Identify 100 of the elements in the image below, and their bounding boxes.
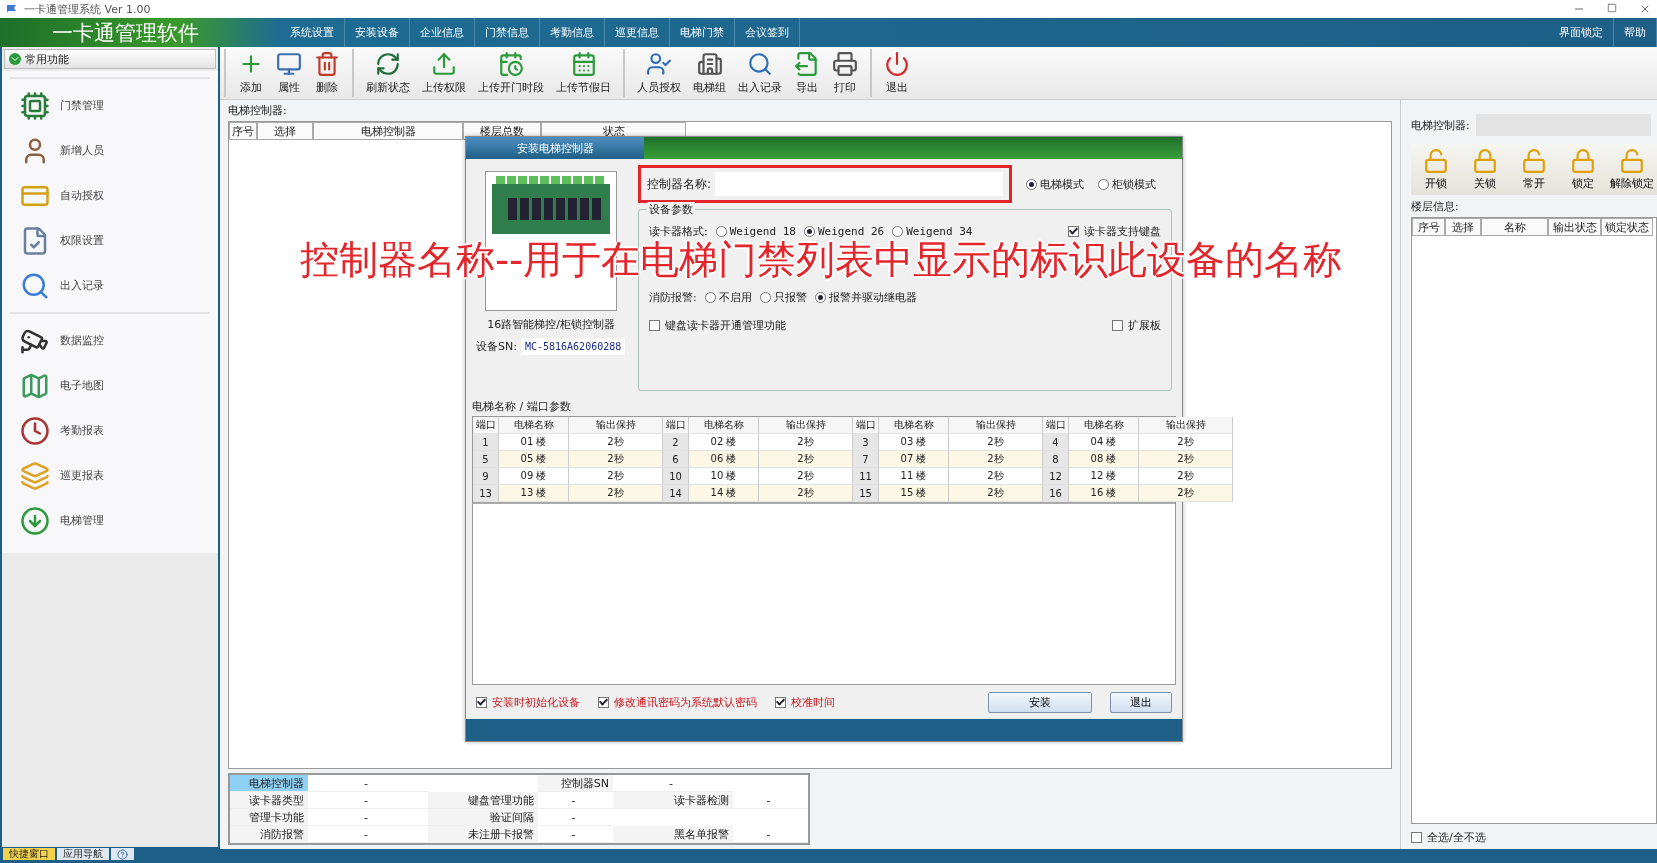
table-cell: 2秒: [759, 451, 853, 468]
sidebar-header: 常用功能: [25, 51, 69, 67]
table-cell: 消防报警: [230, 826, 308, 843]
dialog-button[interactable]: 退出: [1110, 691, 1172, 713]
table-cell: 10: [663, 468, 689, 485]
checkbox[interactable]: [1112, 319, 1123, 331]
checkbox[interactable]: [1411, 832, 1422, 843]
caption-overlay: 控制器名称--用于在电梯门禁列表中显示的标识此设备的名称: [300, 240, 1343, 279]
sidebar-item[interactable]: 权限设置: [10, 218, 210, 263]
table-cell: 2秒: [569, 485, 663, 502]
sidebar-item[interactable]: 新增人员: [10, 128, 210, 173]
sidebar-item[interactable]: 门禁管理: [10, 83, 210, 128]
table-cell: 06 楼: [689, 451, 759, 468]
lock-button[interactable]: 锁定: [1558, 148, 1608, 191]
radio-button[interactable]: [892, 225, 904, 237]
column-header: 序号: [1412, 218, 1445, 236]
table-cell: 2秒: [569, 468, 663, 485]
lock-button[interactable]: 常开: [1509, 148, 1559, 191]
tab[interactable]: 快捷窗口: [2, 847, 56, 861]
collapse-icon[interactable]: [9, 53, 21, 65]
help-icon: [117, 848, 128, 860]
table-cell: 键盘管理功能: [428, 792, 538, 809]
sidebar-item[interactable]: 电梯管理: [10, 498, 210, 543]
radio-label: Weigend 18: [729, 224, 796, 238]
search-icon: [747, 51, 773, 77]
maximize-icon[interactable]: [1607, 3, 1617, 13]
checkbox[interactable]: [598, 696, 609, 708]
radio-label: 柜锁模式: [1112, 176, 1156, 192]
table-cell: 14 楼: [689, 485, 759, 502]
power-icon: [884, 51, 910, 77]
table-cell: 12 楼: [1069, 468, 1139, 485]
table-cell: 05 楼: [499, 451, 569, 468]
trash-icon: [314, 51, 340, 77]
checkbox[interactable]: [476, 696, 487, 708]
toolbar-button[interactable]: 上传开门时段: [472, 49, 550, 97]
table-cell: 01 楼: [499, 434, 569, 451]
checkbox-label: 修改通讯密码为系统默认密码: [614, 694, 757, 710]
radio-button[interactable]: [803, 225, 815, 237]
radio-button[interactable]: [1026, 178, 1037, 190]
column-header: 端口: [663, 417, 689, 434]
radio-label: 电梯模式: [1040, 176, 1084, 192]
radio-label: 只报警: [773, 289, 807, 305]
table-cell: 2秒: [1139, 434, 1233, 451]
sidebar-item[interactable]: 考勤报表: [10, 408, 210, 453]
radio-label: Weigend 26: [817, 224, 885, 238]
toolbar-button[interactable]: 人员授权: [631, 49, 687, 97]
radio-button[interactable]: [1098, 178, 1109, 190]
radio-button[interactable]: [759, 291, 771, 303]
user-check-icon: [646, 51, 672, 77]
toolbar-button[interactable]: 删除: [308, 49, 346, 97]
tab[interactable]: 应用导航: [56, 847, 110, 861]
column-header: 选择: [1445, 218, 1481, 236]
column-header: 输出保持: [949, 417, 1043, 434]
sidebar-item[interactable]: 电子地图: [10, 363, 210, 408]
toolbar-button[interactable]: 出入记录: [732, 49, 788, 97]
toolbar-button[interactable]: 电梯组: [687, 49, 732, 97]
toolbar-button[interactable]: 导出: [788, 49, 826, 97]
radio-button[interactable]: [814, 291, 826, 303]
checkbox[interactable]: [775, 696, 786, 708]
toolbar-button[interactable]: 上传节假日: [550, 49, 617, 97]
checkbox[interactable]: [1068, 225, 1079, 237]
dialog-button[interactable]: 安装: [988, 691, 1092, 713]
toolbar-button[interactable]: 上传权限: [416, 49, 472, 97]
help-tab[interactable]: [110, 847, 135, 861]
section-label: 电梯控制器:: [228, 103, 288, 118]
name-field[interactable]: 控制器名称:: [638, 165, 1012, 203]
sidebar-item[interactable]: 自动授权: [10, 173, 210, 218]
lock-button[interactable]: 开锁: [1411, 148, 1461, 191]
radio-button[interactable]: [715, 225, 727, 237]
serial-number: MC-5816A62060288: [520, 338, 626, 355]
column-header: 电梯控制器: [313, 122, 463, 140]
checkbox[interactable]: [649, 319, 660, 331]
toolbar-button[interactable]: 添加: [232, 49, 270, 97]
radio-button[interactable]: [704, 291, 716, 303]
toolbar-button[interactable]: 退出: [878, 49, 916, 97]
file-export-icon: [794, 51, 820, 77]
table-cell: 11: [853, 468, 879, 485]
toolbar-button[interactable]: 属性: [270, 49, 308, 97]
table-cell: 7: [853, 451, 879, 468]
sidebar-item[interactable]: 出入记录: [10, 263, 210, 308]
table-cell: 15 楼: [879, 485, 949, 502]
close-icon[interactable]: [1639, 3, 1651, 15]
column-header: 输出保持: [569, 417, 663, 434]
field-label: 设备SN:: [476, 339, 517, 354]
toolbar-button[interactable]: 刷新状态: [360, 49, 416, 97]
table-cell: 04 楼: [1069, 434, 1139, 451]
sidebar-item[interactable]: 数据监控: [10, 318, 210, 363]
table-cell: 读卡器检测: [613, 792, 733, 809]
calendar-icon: [570, 51, 597, 77]
column-header: 电梯名称: [879, 417, 949, 434]
upload-icon: [431, 51, 457, 77]
radio-label: 报警并驱动继电器: [828, 289, 917, 305]
table-cell: 02 楼: [689, 434, 759, 451]
lock-button[interactable]: 关锁: [1460, 148, 1510, 191]
toolbar-button[interactable]: 打印: [826, 49, 864, 97]
column-header: 端口: [473, 417, 499, 434]
field-label: 消防报警:: [649, 289, 697, 305]
column-header: 电梯名称: [499, 417, 569, 434]
sidebar-item[interactable]: 巡更报表: [10, 453, 210, 498]
lock-button[interactable]: 解除锁定: [1607, 148, 1657, 191]
